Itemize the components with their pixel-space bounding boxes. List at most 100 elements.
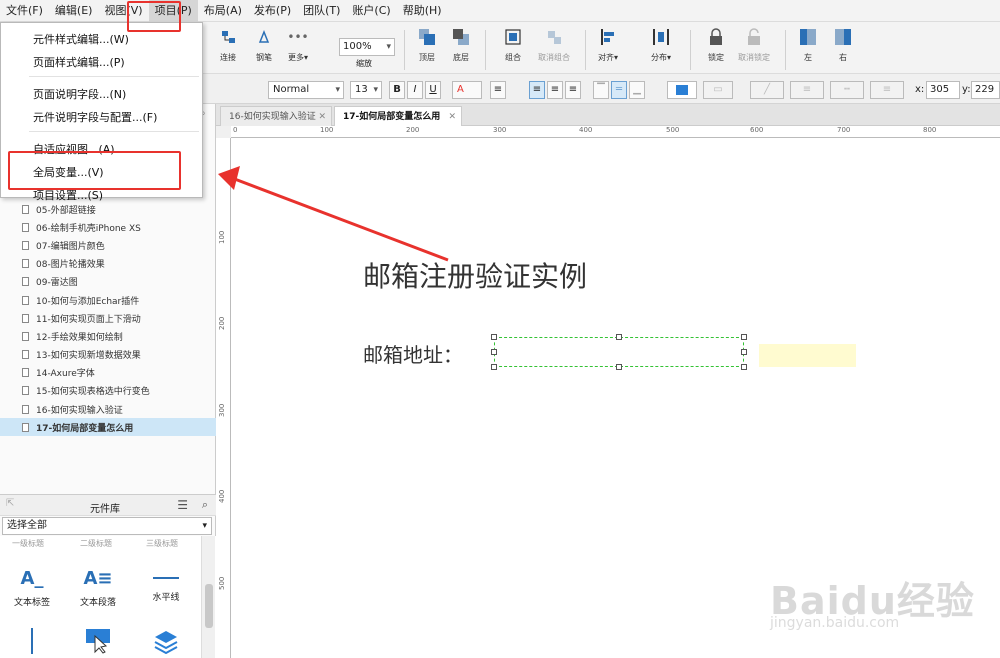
resize-handle[interactable] [491, 334, 497, 340]
library-item-text-label[interactable]: A_ 文本标签 [4, 568, 60, 608]
page-item[interactable]: 14-Axure字体 [0, 364, 216, 382]
group-button[interactable]: 组合 [495, 28, 531, 63]
page-item[interactable]: 15-如何实现表格选中行变色 [0, 382, 216, 400]
align-left-button[interactable]: ≡ [529, 81, 545, 99]
unlock-icon [745, 28, 763, 46]
hotspot-icon [86, 629, 110, 654]
menu-icon[interactable]: ☰ [177, 498, 188, 512]
bring-front-icon [418, 28, 436, 46]
more-button[interactable]: ••• 更多▾ [280, 28, 316, 63]
page-item-selected[interactable]: 17-如何局部变量怎么用 [0, 418, 216, 437]
library-item-dynamic-panel[interactable] [138, 628, 194, 654]
close-icon[interactable]: ✕ [448, 107, 456, 127]
tip-box[interactable] [759, 344, 856, 367]
italic-button[interactable]: I [407, 81, 423, 99]
line-style-button[interactable]: ┅ [830, 81, 864, 99]
menu-team[interactable]: 团队(T) [297, 0, 346, 22]
library-scrollbar[interactable] [201, 536, 215, 658]
y-input[interactable]: 229 [971, 81, 1000, 99]
menu-item-widget-style[interactable]: 元件样式编辑...(W) [33, 31, 129, 47]
valign-bottom-button[interactable]: ▁ [629, 81, 645, 99]
lock-button[interactable]: 锁定 [698, 28, 734, 63]
page-icon [22, 404, 29, 414]
valign-middle-button[interactable]: ═ [611, 81, 627, 99]
align-button[interactable]: 对齐▾ [590, 28, 626, 63]
tab-bar: 16-如何实现输入验证 ✕ 17-如何局部变量怎么用 ✕ [216, 104, 1000, 126]
library-select[interactable]: 选择全部 [2, 517, 212, 535]
underline-button[interactable]: U [425, 81, 441, 99]
bullet-button[interactable]: ≡ [490, 81, 506, 99]
align-right-button[interactable]: ≡ [565, 81, 581, 99]
x-input[interactable]: 305 [926, 81, 960, 99]
page-item[interactable]: 07-编辑图片颜色 [0, 236, 216, 254]
fill-color-button[interactable] [667, 81, 697, 99]
resize-handle[interactable] [491, 364, 497, 370]
scroll-thumb[interactable] [205, 584, 213, 628]
valign-middle-icon: ═ [615, 84, 623, 95]
bring-to-front-button[interactable]: 顶层 [409, 28, 445, 63]
menu-help[interactable]: 帮助(H) [397, 0, 448, 22]
menu-edit[interactable]: 编辑(E) [49, 0, 99, 22]
font-color-button[interactable]: A [452, 81, 482, 99]
lock-icon [707, 28, 725, 46]
menu-item-page-style[interactable]: 页面样式编辑...(P) [33, 54, 125, 70]
line-color-button[interactable]: ╱ [750, 81, 784, 99]
resize-handle[interactable] [741, 349, 747, 355]
unlock-button[interactable]: 取消锁定 [736, 28, 772, 63]
zoom-select[interactable]: 100% [339, 38, 395, 56]
library-item-text-paragraph[interactable]: A≡ 文本段落 [70, 568, 126, 608]
left-button[interactable]: 左 [790, 28, 826, 63]
page-item[interactable]: 12-手绘效果如何绘制 [0, 327, 216, 345]
page-icon [22, 368, 29, 378]
page-item[interactable]: 16-如何实现输入验证 [0, 400, 216, 418]
valign-top-button[interactable]: ▔ [593, 81, 609, 99]
tab-17[interactable]: 17-如何局部变量怎么用 ✕ [334, 106, 462, 126]
page-item[interactable]: 09-雷达图 [0, 273, 216, 291]
email-label[interactable]: 邮箱地址： [363, 339, 463, 368]
annotation-arrow [218, 166, 449, 262]
library-item-hotspot[interactable] [70, 628, 126, 654]
collapse-icon[interactable]: ⇱ [6, 498, 14, 509]
pen-button[interactable]: 钢笔 [246, 28, 282, 63]
menu-account[interactable]: 账户(C) [346, 0, 396, 22]
library-item-horizontal-line[interactable]: 水平线 [138, 568, 194, 603]
align-center-button[interactable]: ≡ [547, 81, 563, 99]
page-item[interactable]: 06-绘制手机壳iPhone XS [0, 218, 216, 236]
more-icon: ••• [287, 30, 309, 44]
page-item[interactable]: 11-如何实现页面上下滑动 [0, 309, 216, 327]
resize-handle[interactable] [616, 334, 622, 340]
library-item-h3[interactable]: 三级标题 [146, 538, 178, 549]
page-item[interactable]: 13-如何实现新增数据效果 [0, 346, 216, 364]
resize-handle[interactable] [741, 334, 747, 340]
library-item-h2[interactable]: 二级标题 [80, 538, 112, 549]
menu-item-page-notes[interactable]: 页面说明字段...(N) [33, 86, 126, 102]
menu-layout[interactable]: 布局(A) [198, 0, 248, 22]
font-size-select[interactable]: 13 [350, 81, 382, 99]
page-icon [22, 295, 29, 305]
menu-publish[interactable]: 发布(P) [248, 0, 297, 22]
resize-handle[interactable] [616, 364, 622, 370]
library-item-h1[interactable]: 一级标题 [12, 538, 44, 549]
line-width-button[interactable]: ≡ [790, 81, 824, 99]
search-icon[interactable]: ⌕ [202, 498, 208, 512]
menu-file[interactable]: 文件(F) [0, 0, 49, 22]
send-to-back-button[interactable]: 底层 [443, 28, 479, 63]
shadow-button[interactable]: ▭ [703, 81, 733, 99]
resize-handle[interactable] [741, 364, 747, 370]
close-icon[interactable]: ✕ [318, 107, 326, 127]
font-style-select[interactable]: Normal [268, 81, 344, 99]
bold-button[interactable]: B [389, 81, 405, 99]
menu-item-widget-notes[interactable]: 元件说明字段与配置...(F) [33, 109, 157, 125]
page-item[interactable]: 08-图片轮播效果 [0, 255, 216, 273]
tab-16[interactable]: 16-如何实现输入验证 ✕ [220, 106, 332, 126]
arrow-style-button[interactable]: ≡ [870, 81, 904, 99]
email-text-field[interactable] [494, 337, 744, 367]
connect-button[interactable]: 连接 [210, 28, 246, 63]
distribute-button[interactable]: 分布▾ [643, 28, 679, 63]
ungroup-button[interactable]: 取消组合 [536, 28, 572, 63]
library-item-vertical-line[interactable] [4, 628, 60, 654]
right-button[interactable]: 右 [825, 28, 861, 63]
resize-handle[interactable] [491, 349, 497, 355]
distribute-icon [652, 28, 670, 46]
page-item[interactable]: 10-如何与添加Echar插件 [0, 291, 216, 309]
